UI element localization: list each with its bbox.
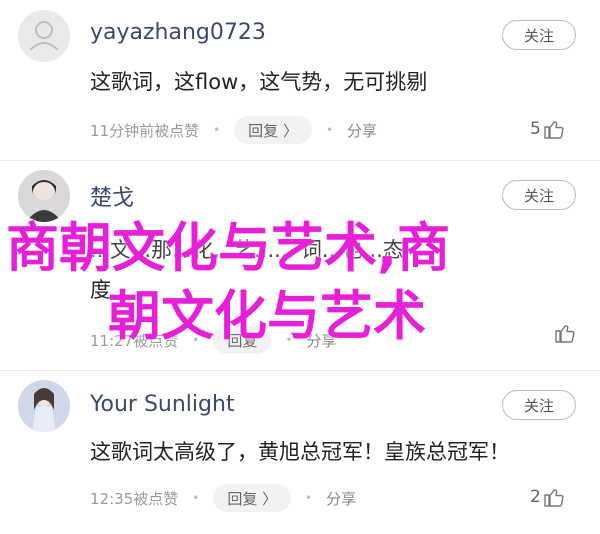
comment-text: 这歌词太高级了，黄旭总冠军！皇族总冠军！	[90, 440, 510, 464]
share-button[interactable]: 分享	[347, 120, 377, 141]
share-button[interactable]: 分享	[326, 488, 356, 509]
like-button[interactable]: 5	[530, 118, 565, 140]
separator-dot: •	[285, 333, 293, 347]
separator-dot: •	[325, 123, 334, 137]
follow-button[interactable]: 关注	[502, 20, 576, 50]
like-count: 5	[530, 119, 541, 139]
comment-time: 11分钟前被点赞	[90, 121, 200, 140]
separator-dot: •	[192, 491, 200, 505]
comment-time: 11:27被点赞	[90, 331, 179, 350]
reply-button[interactable]: 回复 〉	[234, 116, 312, 144]
separator-dot: •	[305, 491, 313, 505]
like-button[interactable]	[552, 322, 576, 344]
photo-avatar-icon	[18, 170, 70, 222]
follow-button[interactable]: 关注	[502, 390, 576, 420]
comment-item: 楚戈 关注 ...文...那...化...艺...... 词...也...态 度…	[0, 160, 600, 370]
default-avatar-icon	[18, 10, 70, 62]
separator-dot: •	[192, 333, 200, 347]
avatar[interactable]	[18, 10, 70, 62]
comment-text: 这歌词，这flow，这气势，无可挑剔	[90, 70, 428, 94]
separator-dot: •	[213, 123, 221, 137]
username[interactable]: yayazhang0723	[90, 20, 266, 45]
like-button[interactable]: 2	[530, 486, 565, 508]
comment-item: Your Sunlight 关注 这歌词太高级了，黄旭总冠军！皇族总冠军！ 12…	[0, 370, 600, 534]
avatar[interactable]	[18, 380, 70, 432]
like-count: 2	[530, 487, 541, 507]
photo-avatar-icon	[18, 380, 70, 432]
thumbs-up-icon	[555, 325, 575, 343]
comment-text-line2: 度	[90, 278, 111, 302]
avatar[interactable]	[18, 170, 70, 222]
comment-text: ...文...那...化...艺...... 词...也...态	[90, 238, 404, 262]
comment-meta: 12:35被点赞 • 回复 〉 • 分享	[90, 484, 356, 512]
username[interactable]: 楚戈	[90, 180, 134, 212]
comment-meta: 11分钟前被点赞 • 回复 〉 • 分享	[90, 116, 377, 144]
comment-item: yayazhang0723 关注 这歌词，这flow，这气势，无可挑剔 11分钟…	[0, 0, 600, 160]
comment-time: 12:35被点赞	[90, 489, 179, 508]
reply-button[interactable]: 回复 〉	[213, 484, 292, 512]
follow-button[interactable]: 关注	[502, 180, 576, 210]
share-button[interactable]: 分享	[306, 330, 336, 351]
thumbs-up-icon	[544, 489, 564, 507]
thumbs-up-icon	[544, 121, 564, 139]
username[interactable]: Your Sunlight	[90, 392, 235, 417]
reply-button[interactable]: 回复	[213, 326, 272, 354]
comment-meta: 11:27被点赞 • 回复 • 分享	[90, 326, 336, 354]
